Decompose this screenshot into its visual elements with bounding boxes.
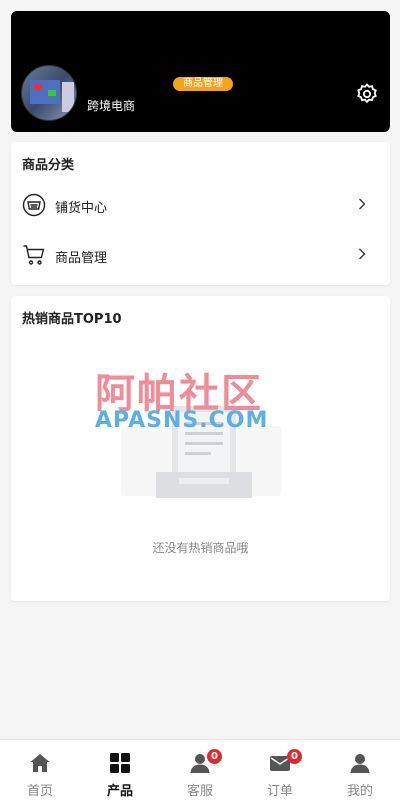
tab-orders[interactable]: 0 订单 (240, 740, 320, 800)
chevron-right-icon (359, 198, 366, 210)
menu-item-product-management[interactable]: 商品管理 (11, 232, 390, 278)
category-card: 商品分类 铺货中心 商品管理 (11, 142, 390, 285)
cart-icon (23, 245, 45, 265)
tab-label: 产品 (106, 784, 133, 799)
menu-item-distribution-center[interactable]: 铺货中心 (11, 182, 390, 228)
shop-header: 跨境电商 商品管理 (11, 11, 390, 132)
tab-products[interactable]: 产品 (80, 740, 160, 800)
shop-avatar[interactable] (21, 65, 77, 121)
tab-label: 我的 (346, 784, 373, 799)
unread-badge: 0 (287, 749, 302, 764)
empty-state: 阿帕社区 APASNS.COM (11, 356, 390, 536)
tab-customer-service[interactable]: 0 客服 (160, 740, 240, 800)
tab-label: 首页 (26, 784, 53, 799)
profile-icon (350, 754, 370, 773)
role-badge: 商品管理 (173, 77, 233, 91)
category-title: 商品分类 (22, 158, 75, 173)
basket-icon (22, 193, 46, 217)
chevron-right-icon (359, 248, 366, 260)
watermark-en: APASNS.COM (95, 408, 269, 433)
home-icon (30, 754, 50, 772)
hot-products-card: 热销商品TOP10 阿帕社区 APASNS.COM 还没有热销商品哦 (11, 296, 390, 601)
tab-label: 客服 (186, 784, 213, 799)
tab-mine[interactable]: 我的 (320, 740, 400, 800)
bottom-tab-bar: 首页 产品 0 客服 0 订单 我的 (0, 739, 400, 800)
empty-state-text: 还没有热销商品哦 (152, 541, 249, 555)
shop-name: 跨境电商 (87, 99, 136, 113)
unread-badge: 0 (207, 749, 222, 764)
tab-home[interactable]: 首页 (0, 740, 80, 800)
hot-products-title: 热销商品TOP10 (22, 312, 122, 327)
tab-label: 订单 (266, 784, 293, 799)
menu-item-label: 商品管理 (55, 251, 108, 266)
grid-icon (110, 753, 130, 773)
settings-gear-icon[interactable] (355, 82, 379, 106)
menu-item-label: 铺货中心 (55, 201, 108, 216)
